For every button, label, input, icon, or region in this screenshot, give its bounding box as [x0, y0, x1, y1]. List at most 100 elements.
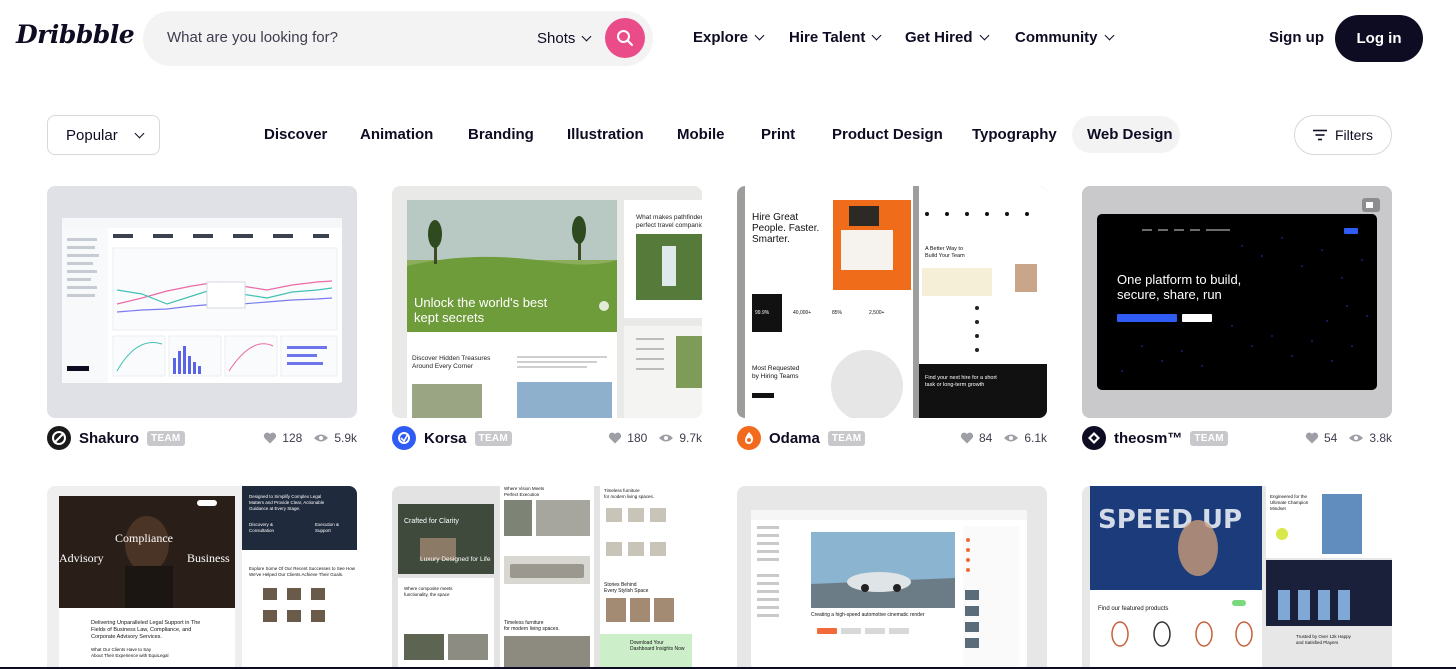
- shot-meta: theosm™ TEAM 54 3.8k: [1082, 425, 1392, 451]
- category-discover[interactable]: Discover: [264, 126, 327, 143]
- team-badge: TEAM: [147, 430, 185, 446]
- eye-icon: [1004, 434, 1019, 442]
- chevron-down-icon: [581, 31, 592, 42]
- hero-title: Compliance: [115, 531, 173, 545]
- hero-title: Where Vision Meets Perfect Execution: [504, 486, 545, 497]
- likes-count: 54: [1323, 431, 1338, 445]
- shot-meta: Odama TEAM 84 6.1k: [737, 425, 1047, 451]
- side-heading: What makes pathfinders perfect travel com…: [636, 214, 702, 229]
- likes-count: 128: [282, 431, 303, 445]
- shot-thumbnail[interactable]: [47, 186, 357, 418]
- legal-site-preview-image: Compliance Advisory Business Delivering …: [59, 486, 357, 669]
- search-type-label: Shots: [537, 30, 576, 47]
- team-badge: TEAM: [474, 430, 513, 446]
- author-name[interactable]: Odama: [769, 430, 820, 447]
- likes-count: 84: [978, 431, 993, 445]
- heart-icon[interactable]: [1305, 432, 1319, 444]
- shot-thumbnail[interactable]: Creating a high-speed automotive cinemat…: [737, 486, 1047, 669]
- eye-icon: [1349, 434, 1364, 442]
- shot-thumbnail[interactable]: Unlock the world's best kept secrets Disc…: [392, 186, 702, 418]
- nav-explore[interactable]: Explore: [693, 29, 765, 46]
- heart-icon[interactable]: [960, 432, 974, 444]
- sort-dropdown[interactable]: Popular: [47, 115, 160, 155]
- filter-icon: [1312, 129, 1327, 141]
- products-heading: Find our featured products: [1098, 606, 1168, 612]
- nav-community[interactable]: Community: [1015, 29, 1114, 46]
- odama-logo-icon: [745, 432, 754, 444]
- theosm-logo-icon: [1088, 432, 1100, 444]
- nav-hire-talent[interactable]: Hire Talent: [789, 29, 882, 46]
- nav-hired-label: Get Hired: [905, 29, 973, 46]
- shot-thumbnail[interactable]: Hire Great People. Faster. Smarter. 99.9% …: [737, 186, 1047, 418]
- avatar[interactable]: [737, 426, 761, 450]
- views-count: 3.8k: [1369, 431, 1392, 445]
- author-name[interactable]: Shakuro: [79, 430, 139, 447]
- nav-hire-label: Hire Talent: [789, 29, 866, 46]
- likes-count: 180: [627, 431, 648, 445]
- hero-left-word: Advisory: [59, 551, 104, 565]
- category-branding[interactable]: Branding: [468, 126, 534, 143]
- filters-label: Filters: [1334, 127, 1374, 143]
- category-mobile[interactable]: Mobile: [677, 126, 725, 143]
- korsa-logo-icon: [398, 432, 410, 444]
- dribbble-logo[interactable]: Dribbble: [16, 20, 135, 49]
- author-name[interactable]: theosm™: [1114, 430, 1182, 447]
- filters-button[interactable]: Filters: [1294, 115, 1392, 155]
- shot-thumbnail[interactable]: Crafted for Clarity Luxury Designed for …: [392, 486, 702, 669]
- body-copy: Explore Some Of Our Recent Successes to …: [249, 566, 356, 577]
- shot-meta: Korsa TEAM 180 9.7k: [392, 425, 702, 451]
- chevron-down-icon: [134, 128, 145, 138]
- luxury-label: Luxury Designed for Life: [420, 556, 491, 563]
- side-heading: A Better Way to Build Your Team: [925, 246, 965, 259]
- sign-up-link[interactable]: Sign up: [1269, 29, 1324, 46]
- team-badge: TEAM: [827, 430, 866, 446]
- log-in-button[interactable]: Log in: [1335, 15, 1423, 62]
- search-button[interactable]: [605, 18, 645, 58]
- video-app-preview-image: Creating a high-speed automotive cinemat…: [751, 510, 1027, 669]
- heart-icon[interactable]: [608, 432, 622, 444]
- shot-thumbnail[interactable]: Compliance Advisory Business Delivering …: [47, 486, 357, 669]
- search-bar: Shots: [143, 11, 653, 66]
- nav-get-hired[interactable]: Get Hired: [905, 29, 989, 46]
- shot-stats: 54 3.8k: [1305, 431, 1392, 445]
- avatar[interactable]: [392, 426, 416, 450]
- views-count: 5.9k: [334, 431, 357, 445]
- stat-value: 40,000+: [793, 310, 811, 316]
- avatar[interactable]: [1082, 426, 1106, 450]
- category-typography[interactable]: Typography: [972, 126, 1057, 143]
- nav-explore-label: Explore: [693, 29, 749, 46]
- avatar[interactable]: [47, 426, 71, 450]
- shot-thumbnail[interactable]: One platform to build, secure, share, run: [1082, 186, 1392, 418]
- service-col-1: Discovery & Consultation: [249, 522, 275, 533]
- shakuro-logo-icon: [52, 431, 66, 445]
- hiring-site-preview-image: Hire Great People. Faster. Smarter. 99.9% …: [745, 186, 1047, 418]
- stat-value: 2,500+: [869, 310, 885, 316]
- category-print[interactable]: Print: [761, 126, 795, 143]
- search-icon: [617, 30, 633, 46]
- category-animation[interactable]: Animation: [360, 126, 433, 143]
- team-badge: TEAM: [1190, 430, 1228, 446]
- chevron-down-icon: [871, 30, 882, 41]
- section-heading: Where composite meets functionality, the …: [404, 586, 453, 597]
- chevron-down-icon: [754, 30, 765, 41]
- chevron-down-icon: [1104, 30, 1114, 41]
- platform-site-preview-image: One platform to build, secure, share, run: [1097, 198, 1380, 390]
- author-name[interactable]: Korsa: [424, 430, 467, 447]
- search-input[interactable]: [167, 29, 487, 46]
- sort-label: Popular: [66, 126, 118, 144]
- stat-value: 85%: [832, 310, 843, 316]
- shot-meta: Shakuro TEAM 128 5.9k: [47, 425, 357, 451]
- crafted-label: Crafted for Clarity: [404, 518, 459, 525]
- category-product-design[interactable]: Product Design: [832, 126, 943, 143]
- shot-thumbnail[interactable]: SPEED UP Find our featured products Engi…: [1082, 486, 1392, 669]
- search-type-dropdown[interactable]: Shots: [537, 30, 592, 47]
- video-caption: Creating a high-speed automotive cinemat…: [811, 612, 925, 618]
- shot-stats: 84 6.1k: [960, 431, 1047, 445]
- furniture-site-preview-image: Crafted for Clarity Luxury Designed for …: [398, 486, 702, 669]
- eye-icon: [659, 434, 674, 442]
- chevron-down-icon: [979, 30, 989, 41]
- shot-stats: 180 9.7k: [608, 431, 702, 445]
- category-web-design[interactable]: Web Design: [1087, 126, 1173, 143]
- category-illustration[interactable]: Illustration: [567, 126, 644, 143]
- heart-icon[interactable]: [263, 432, 277, 444]
